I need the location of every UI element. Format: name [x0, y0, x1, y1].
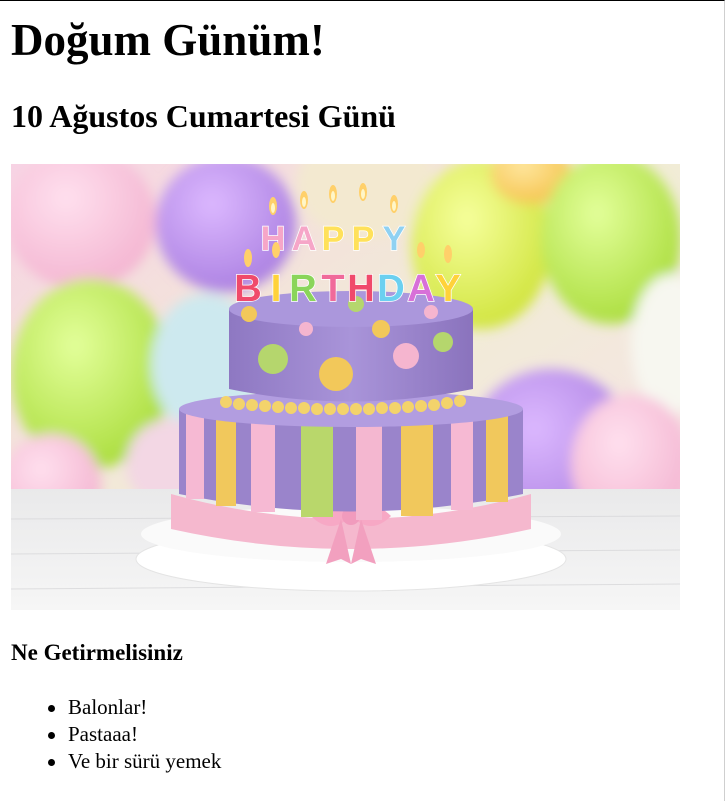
page-title: Doğum Günüm!: [11, 15, 325, 65]
svg-text:Y: Y: [435, 268, 460, 310]
svg-text:D: D: [377, 268, 404, 310]
list-item: Balonlar!: [47, 694, 221, 721]
svg-text:A: A: [292, 220, 317, 258]
svg-text:P: P: [352, 220, 375, 258]
svg-text:P: P: [322, 220, 345, 258]
bring-heading: Ne Getirmelisiniz: [11, 640, 183, 665]
svg-text:T: T: [321, 268, 344, 310]
bring-list: Balonlar! Pastaaa! Ve bir sürü yemek: [11, 694, 221, 775]
list-item: Pastaaa!: [47, 721, 221, 748]
svg-text:A: A: [407, 268, 434, 310]
svg-text:Y: Y: [383, 220, 406, 258]
svg-text:R: R: [289, 268, 316, 310]
event-date: 10 Ağustos Cumartesi Günü: [11, 98, 396, 134]
birthday-cake-image: H A P P Y B I R T H D A Y: [11, 164, 680, 610]
svg-text:H: H: [347, 268, 374, 310]
svg-text:B: B: [234, 268, 261, 310]
svg-text:I: I: [271, 268, 282, 310]
list-item: Ve bir sürü yemek: [47, 749, 222, 773]
